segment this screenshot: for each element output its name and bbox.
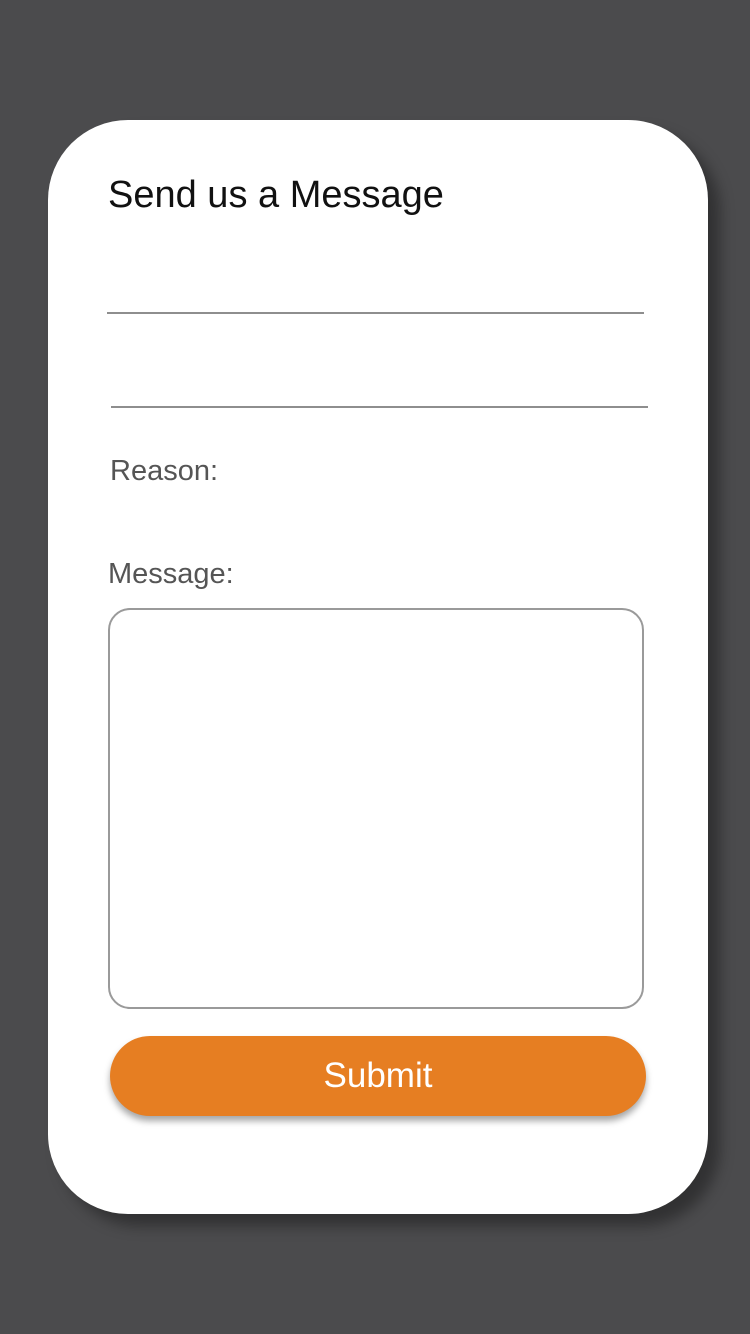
contact-form-card: Send us a Message Reason: Message: Submi… [48, 120, 708, 1214]
email-input[interactable] [111, 364, 648, 408]
submit-button[interactable]: Submit [110, 1036, 646, 1116]
form-title: Send us a Message [108, 174, 444, 216]
message-textarea[interactable] [108, 608, 644, 1009]
reason-select[interactable] [228, 450, 648, 490]
name-input[interactable] [107, 270, 644, 314]
reason-label: Reason: [110, 455, 219, 487]
message-label: Message: [108, 558, 234, 590]
